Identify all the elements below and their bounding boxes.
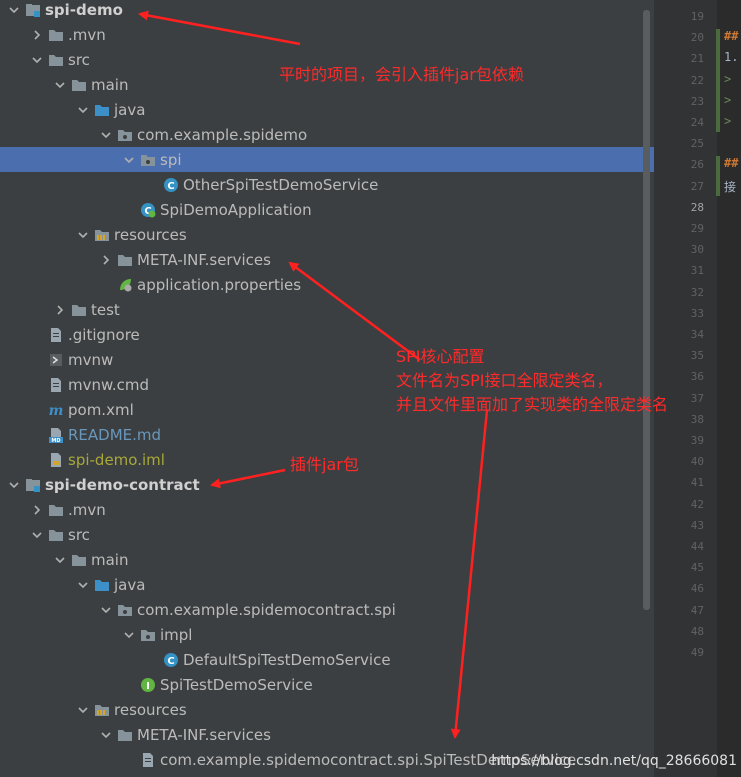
note-spi-line-3: 并且文件里面加了实现类的全限定类名	[396, 395, 669, 414]
note-spi-line-2: 文件名为SPI接口全限定类名，	[396, 371, 613, 390]
arrow-to-spi-demo	[138, 10, 301, 46]
note-project: 平时的项目，会引入插件jar包依赖	[279, 65, 524, 84]
arrow-to-contract	[210, 468, 286, 489]
note-spi-line-1: SPI核心配置	[396, 347, 485, 366]
arrow-to-service-file	[450, 409, 489, 739]
watermark: https://blog.csdn.net/qq_28666081	[491, 753, 737, 769]
annotation-arrows	[138, 10, 489, 739]
note-plugin: 插件jar包	[290, 455, 359, 474]
